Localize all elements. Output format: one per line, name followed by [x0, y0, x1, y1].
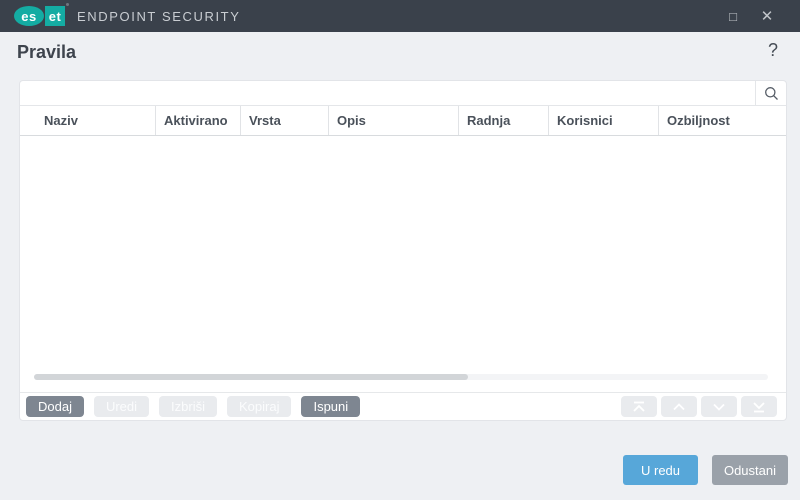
copy-button[interactable]: Kopiraj — [227, 396, 292, 417]
move-down-icon — [713, 403, 725, 411]
cancel-button[interactable]: Odustani — [712, 455, 788, 485]
move-top-icon — [633, 401, 645, 412]
eset-logo: es et — [14, 3, 69, 26]
eset-logo-et: et — [45, 6, 65, 26]
move-top-button[interactable] — [621, 396, 657, 417]
maximize-icon: □ — [729, 8, 737, 24]
edit-button[interactable]: Uredi — [93, 396, 150, 417]
column-header-aktivirano[interactable]: Aktivirano — [155, 106, 240, 135]
table-body — [20, 136, 786, 392]
registered-mark-icon — [66, 3, 69, 6]
horizontal-scrollbar-thumb[interactable] — [34, 374, 468, 380]
move-bottom-button[interactable] — [741, 396, 777, 417]
search-bar — [20, 81, 786, 106]
column-header-opis[interactable]: Opis — [328, 106, 458, 135]
column-header-naziv[interactable]: Naziv — [20, 106, 155, 135]
move-up-button[interactable] — [661, 396, 697, 417]
table-header-row: Naziv Aktivirano Vrsta Opis Radnja Koris… — [20, 106, 786, 136]
eset-logo-es: es — [14, 6, 44, 26]
fill-button[interactable]: Ispuni — [301, 396, 361, 417]
column-header-korisnici[interactable]: Korisnici — [548, 106, 658, 135]
move-button-group — [621, 396, 777, 417]
ok-button[interactable]: U redu — [623, 455, 698, 485]
product-name: ENDPOINT SECURITY — [77, 8, 241, 24]
move-bottom-icon — [753, 401, 765, 412]
column-header-vrsta[interactable]: Vrsta — [240, 106, 328, 135]
magnifier-icon — [764, 86, 778, 100]
close-button[interactable]: ✕ — [752, 0, 782, 32]
add-button[interactable]: Dodaj — [26, 396, 84, 417]
page-title: Pravila — [17, 42, 77, 62]
column-header-radnja[interactable]: Radnja — [458, 106, 548, 135]
help-button[interactable]: ? — [763, 40, 783, 62]
rules-panel: Naziv Aktivirano Vrsta Opis Radnja Koris… — [19, 80, 787, 421]
close-icon: ✕ — [760, 8, 774, 25]
delete-button[interactable]: Izbriši — [159, 396, 217, 417]
search-button[interactable] — [755, 81, 786, 105]
titlebar: es et ENDPOINT SECURITY □ ✕ — [0, 0, 800, 32]
move-down-button[interactable] — [701, 396, 737, 417]
eset-rules-dialog: es et ENDPOINT SECURITY □ ✕ Pravila ? Na… — [0, 0, 800, 500]
action-button-strip: Dodaj Uredi Izbriši Kopiraj Ispuni — [20, 392, 786, 420]
help-icon: ? — [767, 40, 778, 60]
column-header-ozbiljnost[interactable]: Ozbiljnost — [658, 106, 786, 135]
search-input[interactable] — [20, 81, 755, 105]
maximize-button[interactable]: □ — [718, 0, 748, 32]
move-up-icon — [673, 402, 685, 410]
